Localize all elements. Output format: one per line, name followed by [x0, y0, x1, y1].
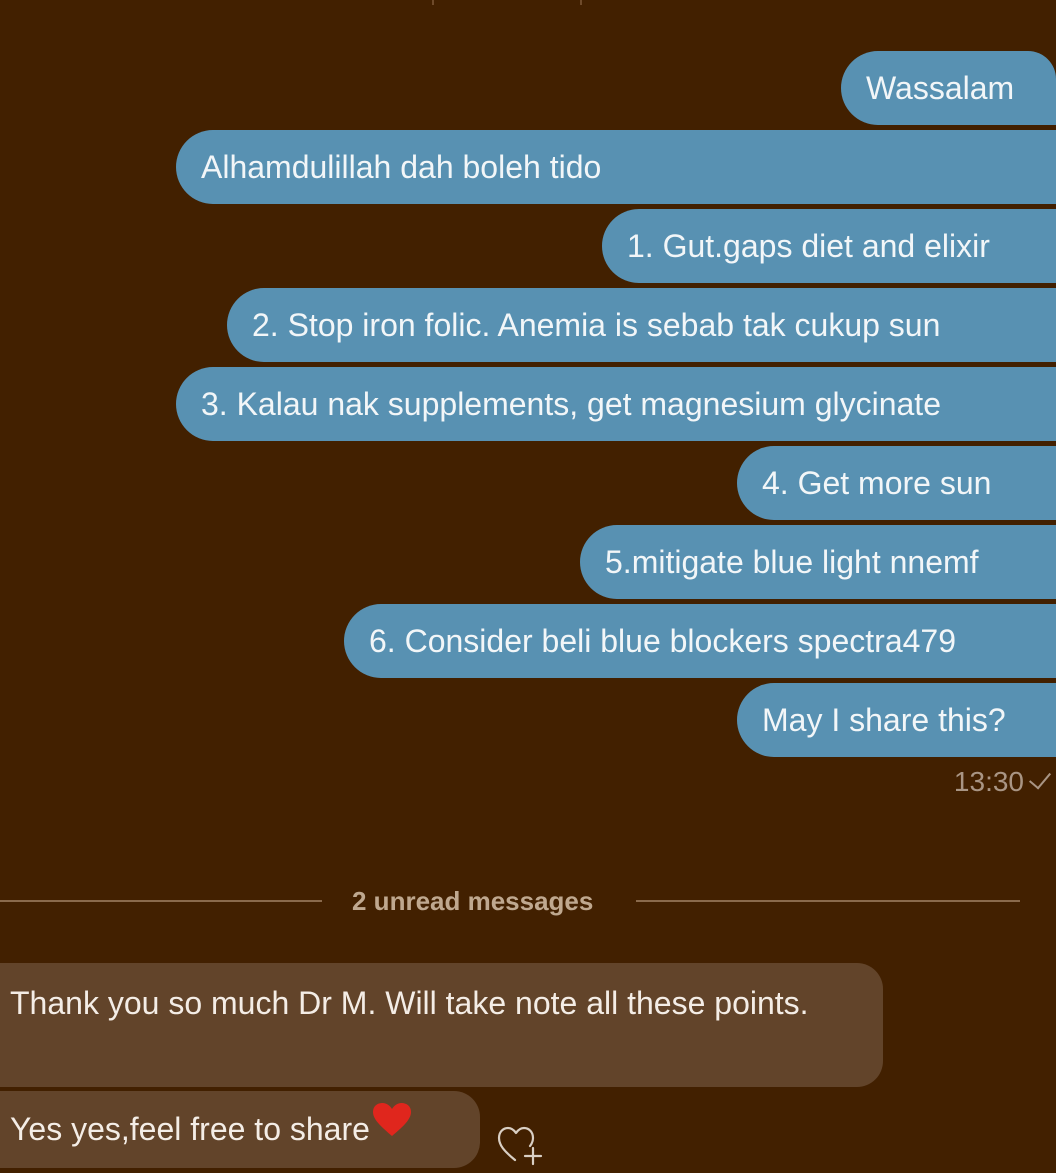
divider-line — [0, 900, 322, 902]
scroll-top-edge — [420, 0, 640, 6]
message-text: Thank you so much Dr M. Will take note a… — [10, 985, 809, 1021]
outgoing-message[interactable]: 6. Consider beli blue blockers spectra47… — [344, 604, 1056, 678]
message-text: Yes yes,feel free to share — [10, 1111, 370, 1147]
message-text: 2. Stop iron folic. Anemia is sebab tak … — [252, 307, 941, 343]
divider-line — [636, 900, 1020, 902]
outgoing-message[interactable]: 3. Kalau nak supplements, get magnesium … — [176, 367, 1056, 441]
outgoing-message[interactable]: Wassalam — [841, 51, 1056, 125]
incoming-message[interactable]: Thank you so much Dr M. Will take note a… — [0, 963, 883, 1087]
message-meta: 13:30 — [953, 762, 1052, 802]
unread-count-label: 2 unread messages — [352, 886, 594, 916]
unread-divider: 2 unread messages — [0, 880, 1056, 922]
message-text: 4. Get more sun — [762, 465, 992, 501]
outgoing-message[interactable]: 1. Gut.gaps diet and elixir — [602, 209, 1056, 283]
heart-plus-icon[interactable] — [495, 1122, 545, 1168]
outgoing-message[interactable]: 2. Stop iron folic. Anemia is sebab tak … — [227, 288, 1056, 362]
outgoing-message[interactable]: Alhamdulillah dah boleh tido — [176, 130, 1056, 204]
message-text: 3. Kalau nak supplements, get magnesium … — [201, 386, 941, 422]
outgoing-message[interactable]: May I share this? — [737, 683, 1056, 757]
message-text: 1. Gut.gaps diet and elixir — [627, 228, 990, 264]
outgoing-message[interactable]: 5.mitigate blue light nnemf — [580, 525, 1056, 599]
incoming-message[interactable]: Yes yes,feel free to share — [0, 1091, 480, 1168]
message-text: May I share this? — [762, 702, 1006, 738]
message-text: 5.mitigate blue light nnemf — [605, 544, 979, 580]
message-text: Wassalam — [866, 70, 1015, 106]
message-timestamp: 13:30 — [953, 766, 1024, 797]
message-text: Alhamdulillah dah boleh tido — [201, 149, 602, 185]
outgoing-message[interactable]: 4. Get more sun — [737, 446, 1056, 520]
message-text: 6. Consider beli blue blockers spectra47… — [369, 623, 956, 659]
single-check-icon — [1028, 766, 1052, 790]
red-heart-emoji-icon — [372, 1089, 412, 1166]
chat-conversation: Wassalam Alhamdulillah dah boleh tido 1.… — [0, 0, 1056, 1173]
